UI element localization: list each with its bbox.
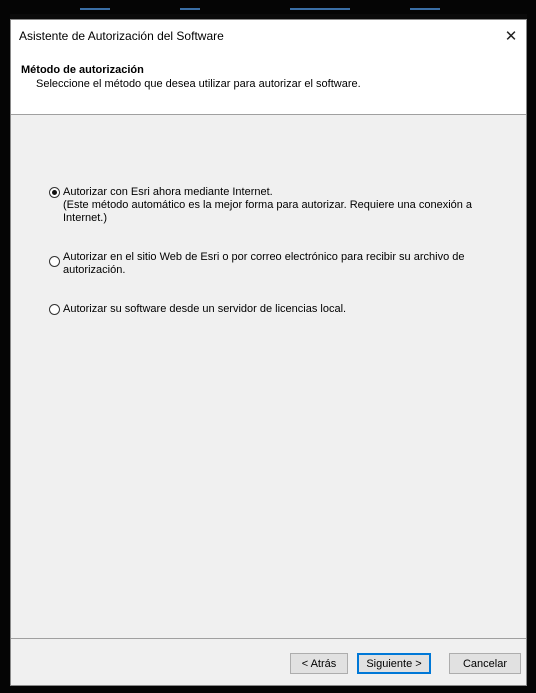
wizard-header: Método de autorización Seleccione el mét… <box>11 52 526 115</box>
background-left <box>0 0 10 693</box>
option-label: Autorizar con Esri ahora mediante Intern… <box>63 186 273 198</box>
option-authorize-internet[interactable]: Autorizar con Esri ahora mediante Intern… <box>49 186 472 225</box>
close-icon: ✕ <box>504 28 518 45</box>
wizard-content: Autorizar con Esri ahora mediante Intern… <box>11 115 526 635</box>
footer-divider <box>11 638 526 639</box>
step-description: Seleccione el método que desea utilizar … <box>36 78 361 90</box>
background-bottom <box>0 686 536 693</box>
option-text: Autorizar su software desde un servidor … <box>63 303 346 316</box>
radio-authorize-website-email[interactable] <box>49 256 60 267</box>
back-button[interactable]: < Atrás <box>290 653 348 674</box>
window-edge-segment <box>410 8 440 10</box>
close-button[interactable]: ✕ <box>496 20 526 52</box>
window-edge-segment <box>180 8 200 10</box>
next-button[interactable]: Siguiente > <box>357 653 431 674</box>
radio-authorize-license-server[interactable] <box>49 304 60 315</box>
window-title: Asistente de Autorización del Software <box>19 29 224 43</box>
option-label-continued: autorización. <box>63 264 126 276</box>
window-edge-segment <box>80 8 110 10</box>
option-text: Autorizar en el sitio Web de Esri o por … <box>63 251 464 277</box>
option-description: (Este método automático es la mejor form… <box>63 199 473 211</box>
option-description: Internet.) <box>63 212 108 224</box>
cancel-button[interactable]: Cancelar <box>449 653 521 674</box>
option-label: Autorizar en el sitio Web de Esri o por … <box>63 251 465 263</box>
window-edge-segment <box>290 8 350 10</box>
taskbar-strip-top <box>0 0 536 14</box>
step-title: Método de autorización <box>21 64 144 76</box>
option-authorize-license-server[interactable]: Autorizar su software desde un servidor … <box>49 303 346 316</box>
option-label: Autorizar su software desde un servidor … <box>63 303 347 315</box>
radio-authorize-internet[interactable] <box>49 187 60 198</box>
option-authorize-website-email[interactable]: Autorizar en el sitio Web de Esri o por … <box>49 251 464 277</box>
option-text: Autorizar con Esri ahora mediante Intern… <box>63 186 472 225</box>
title-bar[interactable]: Asistente de Autorización del Software ✕ <box>11 20 526 52</box>
authorization-wizard-window: Asistente de Autorización del Software ✕… <box>10 19 527 686</box>
background-right <box>527 0 536 693</box>
